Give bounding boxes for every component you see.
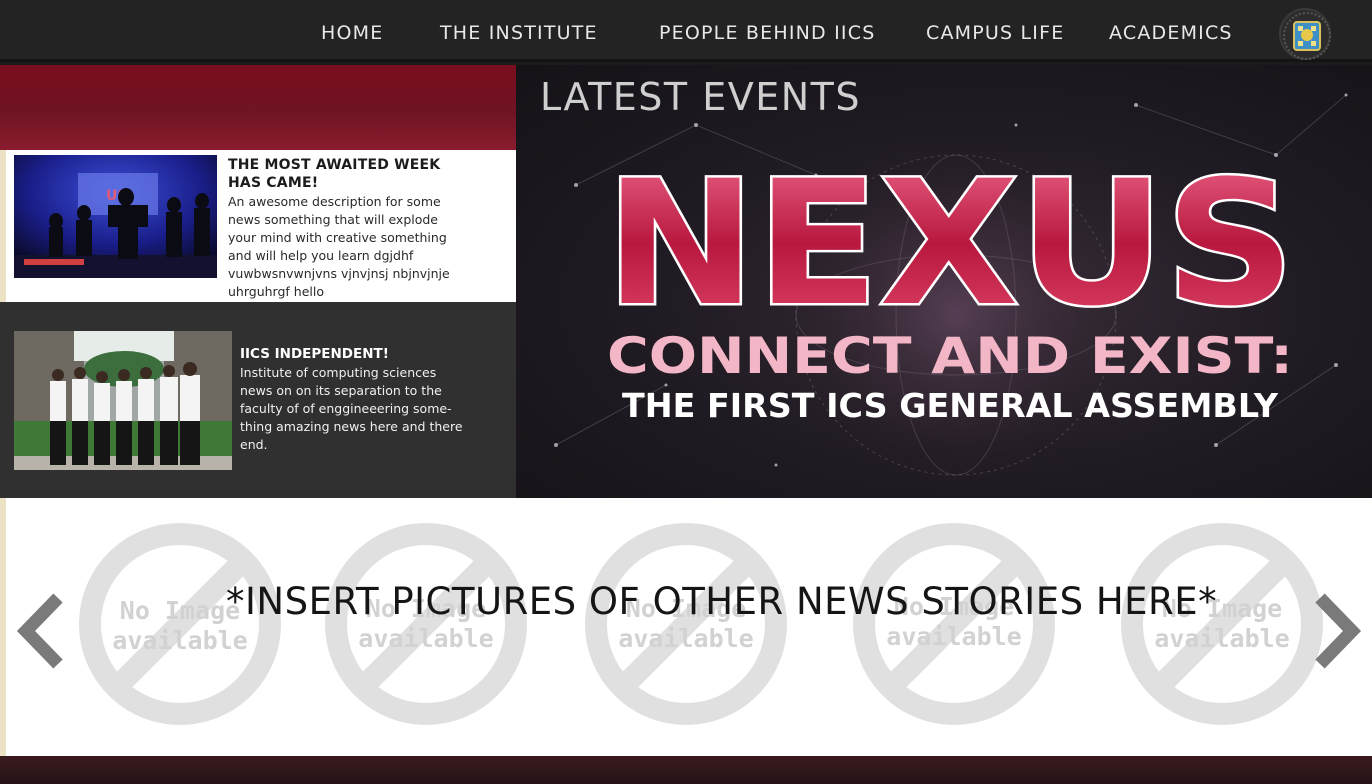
footer-bar — [0, 756, 1372, 784]
news-carousel: No Image available No Image available No I… — [6, 498, 1372, 756]
university-seal-icon[interactable] — [1279, 8, 1331, 60]
news-title[interactable]: THE MOST AWAITED WEEK HAS CAME! — [228, 156, 468, 192]
news-description: Institute of computing sciences news on … — [240, 365, 463, 452]
latest-events-heading: LATEST EVENTS — [540, 75, 861, 119]
nav-academics[interactable]: ACADEMICS — [1109, 22, 1233, 44]
maroon-header-band — [0, 65, 516, 150]
nav-home[interactable]: HOME — [321, 22, 383, 44]
nexus-banner-graphic: NEXUS CONNECT AND EXIST: THE FIRST ICS G… — [554, 93, 1348, 498]
news-title[interactable]: IICS INDEPENDENT! — [240, 345, 480, 363]
nav-the-institute[interactable]: THE INSTITUTE — [440, 22, 598, 44]
nexus-subtitle-line2: THE FIRST ICS GENERAL ASSEMBLY — [622, 386, 1279, 425]
news-item[interactable]: US THE MOST AWAITED WEEK HAS CAME! An aw… — [6, 150, 516, 302]
news-item[interactable]: IICS INDEPENDENT! Institute of computing… — [0, 302, 516, 498]
news-thumbnail-stage[interactable]: US — [14, 155, 217, 278]
carousel-placeholder-text: *INSERT PICTURES OF OTHER NEWS STORIES H… — [226, 580, 1218, 623]
nav-people-behind-iics[interactable]: PEOPLE BEHIND IICS — [659, 22, 875, 44]
news-description: An awesome description for some news som… — [228, 194, 450, 299]
top-navigation: HOME THE INSTITUTE PEOPLE BEHIND IICS CA… — [0, 0, 1372, 62]
chevron-right-icon[interactable] — [1312, 592, 1362, 670]
nexus-title: NEXUS — [605, 143, 1295, 344]
news-thumbnail-group-photo[interactable] — [14, 331, 232, 470]
latest-events-banner[interactable]: NEXUS CONNECT AND EXIST: THE FIRST ICS G… — [516, 65, 1372, 498]
nav-campus-life[interactable]: CAMPUS LIFE — [926, 22, 1064, 44]
chevron-left-icon[interactable] — [16, 592, 66, 670]
nexus-subtitle-line1: CONNECT AND EXIST: — [607, 327, 1293, 385]
